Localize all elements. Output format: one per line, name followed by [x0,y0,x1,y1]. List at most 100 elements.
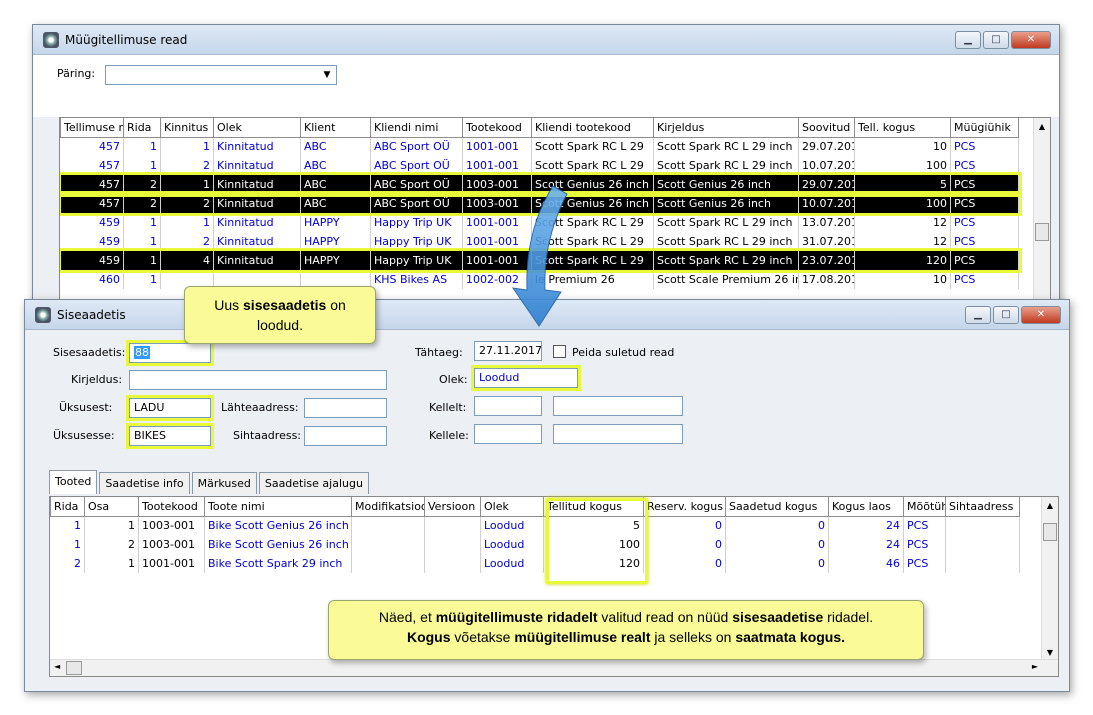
transfer-number-label: Sisesaadetis: [53,346,126,359]
vertical-scrollbar[interactable]: ▲ [1033,118,1050,322]
column-header[interactable]: Tellimuse r [60,118,124,138]
column-header[interactable]: Olek [213,118,301,138]
table-row[interactable]: 2 1 1001-001 Bike Scott Spark 29 inch Loodud… [50,554,1020,573]
from-whom-name[interactable] [553,396,683,416]
column-header[interactable]: Mõõtühik [903,497,946,517]
cell-rida: 1 [50,535,85,554]
column-header[interactable]: Kirjeldus [653,118,799,138]
cell-empty [424,554,481,573]
cell-client_name: Happy Trip UK [370,232,463,251]
scroll-thumb[interactable] [1035,223,1049,241]
cell-line: 1 [123,213,161,232]
cell-client: HAPPY [300,232,371,251]
column-header[interactable]: Rida [123,118,161,138]
column-header[interactable]: Sihtaadress [945,497,1020,517]
table-row[interactable]: 1 2 1003-001 Bike Scott Genius 26 inch Loodu… [50,535,1020,554]
to-unit-field[interactable]: BIKES [126,423,214,449]
tab-markused[interactable]: Märkused [191,472,257,494]
maximize-button[interactable]: □ [983,31,1009,49]
cell-desc: Scott Spark RC L 29 inch [653,232,799,251]
tab-saadetise-info[interactable]: Saadetise info [99,472,190,494]
column-header[interactable]: Müügiühik [950,118,1019,138]
cell-state: Loodud [480,516,544,535]
tab-tooted[interactable]: Tooted [49,470,98,494]
column-header[interactable]: Saadetud kogus [725,497,829,517]
status-field[interactable]: Loodud [471,365,581,391]
cell-client: ABC [300,194,371,213]
cell-order: 459 [60,251,124,270]
cell-qty: 100 [854,156,951,175]
cell-unit: PCS [903,554,946,573]
close-button[interactable]: ✕ [1021,306,1061,324]
column-header[interactable]: Tell. kogus [854,118,951,138]
due-date-field[interactable]: 27.11.2017 [474,341,542,361]
cell-client_name: Happy Trip UK [370,213,463,232]
column-header[interactable]: Olek [480,497,544,517]
cell-state: Loodud [480,535,544,554]
cell-conf: 4 [160,251,214,270]
close-button[interactable]: ✕ [1011,31,1051,49]
to-whom-name[interactable] [553,424,683,444]
column-header[interactable]: Toote nimi [204,497,352,517]
ordered-qty-highlight [546,498,648,584]
chevron-down-icon[interactable]: ▼ [319,67,335,83]
table-row[interactable]: 1 1 1003-001 Bike Scott Genius 26 inch Loodu… [50,516,1020,535]
minimize-button[interactable]: ▁ [955,31,981,49]
cell-desc: Scott Scale Premium 26 inc [653,270,799,289]
column-header[interactable]: Klient [300,118,371,138]
maximize-button[interactable]: □ [993,306,1019,324]
column-header[interactable]: Tootekood [462,118,532,138]
cell-empty [424,535,481,554]
horizontal-scrollbar[interactable]: ◄ ► [50,659,1058,676]
column-header[interactable]: Osa [84,497,139,517]
cell-state: Kinnitatud [213,175,301,194]
vertical-scrollbar[interactable]: ▲ ▼ [1041,497,1058,659]
scroll-thumb[interactable] [66,661,82,675]
target-address-field[interactable] [304,426,387,446]
cell-empty [945,535,1020,554]
cell-sent: 0 [725,535,829,554]
column-header[interactable]: Kogus laos [828,497,904,517]
due-date-label: Tähtaeg: [415,346,463,359]
cell-date: 13.07.2015 [798,213,855,232]
column-header[interactable]: Versioon [424,497,481,517]
from-whom-code[interactable] [474,396,542,416]
target-address-label: Sihtaadress: [233,429,302,442]
cell-unit: PCS [950,251,1019,270]
cell-order: 457 [60,137,124,156]
column-header[interactable]: Kliendi nimi [370,118,463,138]
cell-client: HAPPY [300,251,371,270]
window-title: Müügitellimuse read [65,33,188,47]
cell-reserved: 0 [643,516,726,535]
table-row[interactable]: 457 1 1 Kinnitatud ABC ABC Sport OÜ 1001-001 Sc… [60,137,1019,156]
cell-order: 457 [60,194,124,213]
column-header[interactable]: Soovitud saatm [798,118,855,138]
cell-qty: 100 [854,194,951,213]
source-address-field[interactable] [304,398,387,418]
cell-client: ABC [300,175,371,194]
from-unit-field[interactable]: LADU [126,395,214,421]
tab-saadetise-ajalugu[interactable]: Saadetise ajalugu [258,472,369,494]
column-header[interactable]: Kinnitus [160,118,214,138]
column-header[interactable]: Tootekood [138,497,205,517]
cell-line: 1 [123,251,161,270]
column-header[interactable]: Reserv. kogus [643,497,726,517]
hide-closed-checkbox[interactable] [553,345,566,358]
minimize-button[interactable]: ▁ [965,306,991,324]
query-select[interactable] [105,65,337,85]
column-header[interactable]: Kliendi tootekood [531,118,654,138]
to-whom-label: Kellele: [429,429,469,442]
cell-qty: 120 [854,251,951,270]
scroll-thumb[interactable] [1043,523,1057,541]
app-icon [35,307,51,323]
cell-osa: 1 [84,554,139,573]
transfer-number-field[interactable]: 88 [126,340,214,366]
description-field[interactable] [129,370,387,390]
cell-desc: Scott Genius 26 inch [653,175,799,194]
to-whom-code[interactable] [474,424,542,444]
table-row[interactable]: 457 1 2 Kinnitatud ABC ABC Sport OÜ 1001-001 Sc… [60,156,1019,175]
column-header[interactable]: Rida [50,497,85,517]
column-header[interactable]: Modifikatsioon [351,497,425,517]
cell-date: 10.07.2015 [798,194,855,213]
cell-rida: 2 [50,554,85,573]
